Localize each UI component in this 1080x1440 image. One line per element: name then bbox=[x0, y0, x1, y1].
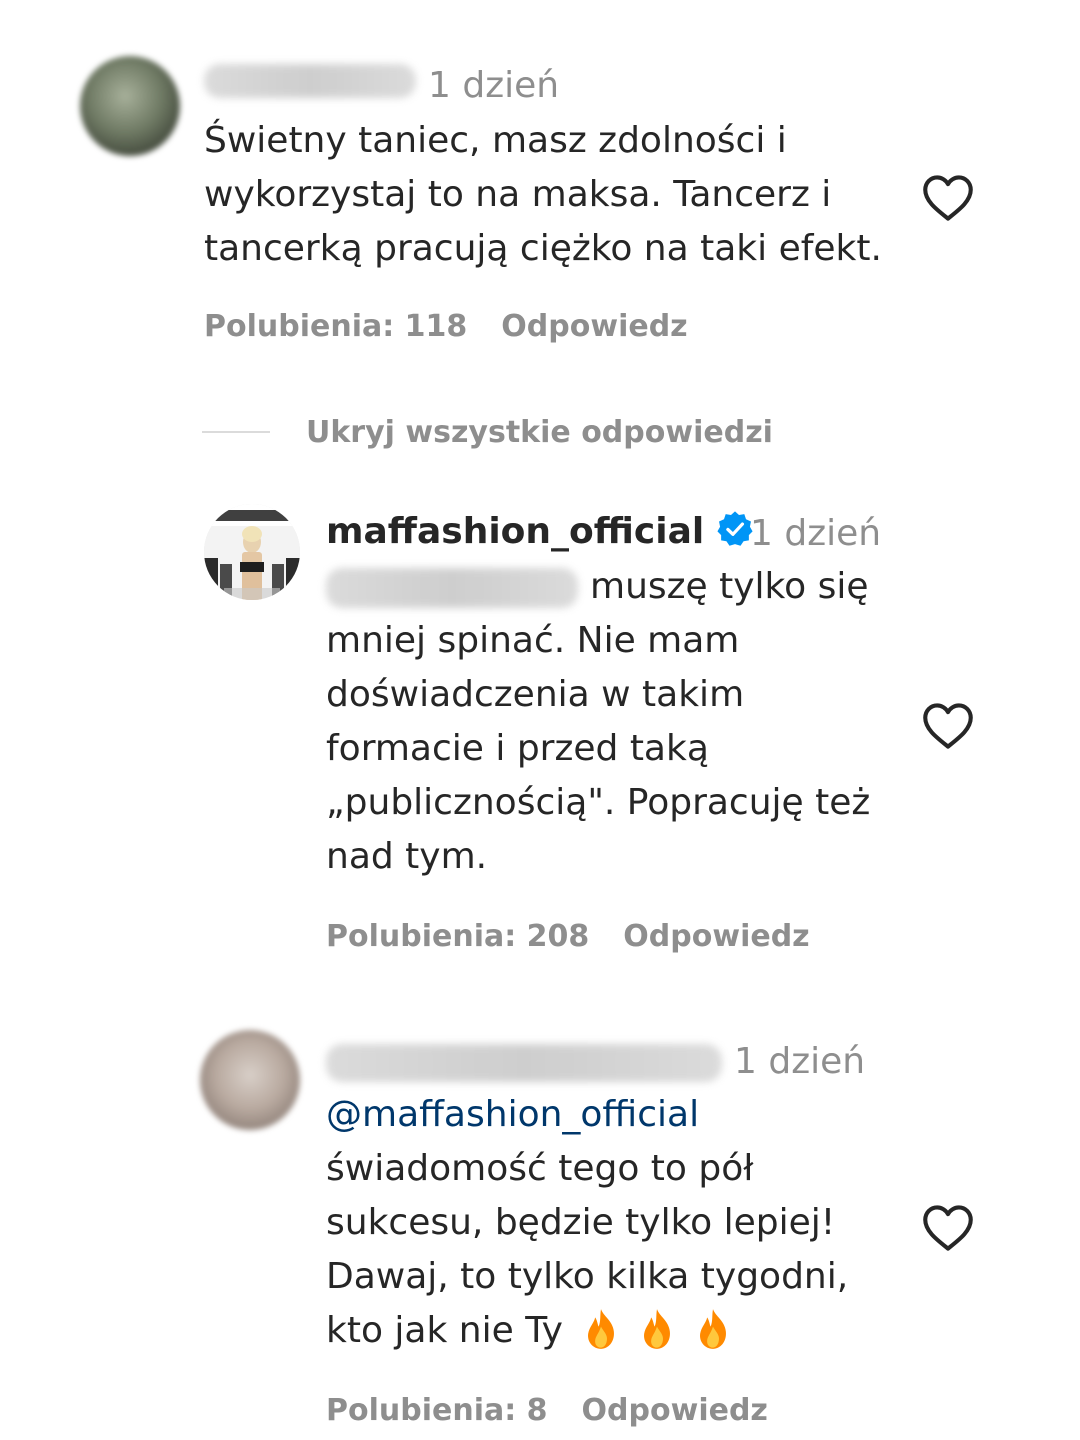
comment-1-line: wykorzystaj to na maksa. Tancerz i bbox=[204, 174, 832, 215]
magazine-cover-image bbox=[204, 504, 300, 600]
comment-3-text: @maffashion_official świadomość tego to … bbox=[326, 1088, 848, 1358]
comment-1-timestamp[interactable]: 1 dzień bbox=[428, 68, 559, 104]
likes-count[interactable]: Polubienia: 8 bbox=[326, 1396, 548, 1426]
maffashion-avatar[interactable] bbox=[204, 504, 300, 600]
divider-line bbox=[202, 431, 270, 433]
comment-2-line: mniej spinać. Nie mam bbox=[326, 620, 740, 661]
hide-replies-label: Ukryj wszystkie odpowiedzi bbox=[306, 414, 773, 450]
heart-icon[interactable] bbox=[922, 1204, 974, 1252]
fire-emoji-icon bbox=[643, 1309, 670, 1349]
comment-3-meta: Polubienia: 8 Odpowiedz bbox=[326, 1396, 768, 1426]
comment-2-timestamp[interactable]: 1 dzień bbox=[750, 516, 881, 552]
likes-count[interactable]: Polubienia: 118 bbox=[204, 312, 467, 342]
reply-button[interactable]: Odpowiedz bbox=[501, 312, 687, 342]
comment-2-text: muszę tylko się mniej spinać. Nie mam do… bbox=[326, 560, 906, 884]
hide-replies-toggle[interactable]: Ukryj wszystkie odpowiedzi bbox=[202, 412, 773, 452]
comment-1-text: Świetny taniec, masz zdolności i wykorzy… bbox=[204, 114, 882, 276]
comment-1-line: Świetny taniec, masz zdolności i bbox=[204, 120, 787, 161]
comment-2-line: muszę tylko się bbox=[590, 566, 869, 607]
comment-3-line: Dawaj, to tylko kilka tygodni, bbox=[326, 1256, 849, 1297]
comment-2-line: formacie i przed taką bbox=[326, 728, 709, 769]
comment-2-line: „publicznością". Popracuję też bbox=[326, 782, 871, 823]
comment-2-line: nad tym. bbox=[326, 836, 488, 877]
verified-badge-icon bbox=[717, 511, 753, 546]
likes-count[interactable]: Polubienia: 208 bbox=[326, 922, 589, 952]
username-text: maffashion_official bbox=[326, 511, 705, 552]
comment-3-timestamp[interactable]: 1 dzień bbox=[734, 1044, 865, 1080]
comment-1-line: tancerką pracują ciężko na taki efekt. bbox=[204, 228, 882, 269]
comment-1-meta: Polubienia: 118 Odpowiedz bbox=[204, 312, 688, 342]
fire-emoji-icon bbox=[699, 1309, 726, 1349]
reply-button[interactable]: Odpowiedz bbox=[582, 1396, 768, 1426]
commenter-1-username-redacted[interactable] bbox=[204, 64, 416, 98]
mention-link[interactable]: @maffashion_official bbox=[326, 1088, 848, 1142]
heart-icon[interactable] bbox=[922, 702, 974, 750]
comment-3-line: sukcesu, będzie tylko lepiej! bbox=[326, 1202, 836, 1243]
commenter-3-avatar[interactable] bbox=[200, 1030, 300, 1130]
reply-button[interactable]: Odpowiedz bbox=[623, 922, 809, 952]
comment-3-last-line: kto jak nie Ty bbox=[326, 1304, 848, 1358]
comment-2-meta: Polubienia: 208 Odpowiedz bbox=[326, 922, 810, 952]
maffashion-username[interactable]: maffashion_official bbox=[326, 511, 754, 552]
fire-emoji-icon bbox=[587, 1309, 614, 1349]
heart-icon[interactable] bbox=[922, 174, 974, 222]
comment-3-line: świadomość tego to pół bbox=[326, 1148, 754, 1189]
commenter-3-username-redacted[interactable] bbox=[326, 1044, 722, 1082]
commenter-1-avatar[interactable] bbox=[80, 56, 180, 156]
comment-3-line: kto jak nie Ty bbox=[326, 1310, 563, 1351]
comment-2-line: doświadczenia w takim bbox=[326, 674, 745, 715]
